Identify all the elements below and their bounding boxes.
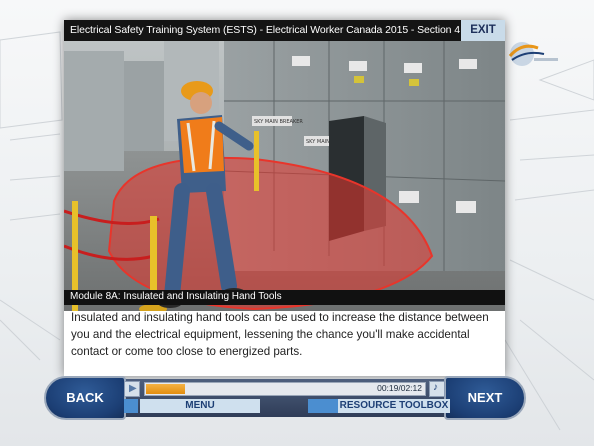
breaker-label-left: SKY MAIN BREAKER [254,119,303,125]
progress-track[interactable]: 00:19/02:12 [144,382,426,396]
exit-button[interactable]: EXIT [461,20,505,41]
volume-button[interactable]: ♪ [429,381,445,397]
globe-logo-icon [508,42,558,66]
title-bar: Electrical Safety Training System (ESTS)… [64,20,505,41]
time-readout: 00:19/02:12 [377,383,422,393]
module-label-bar: Module 8A: Insulated and Insulating Hand… [64,290,505,305]
toolbox-tab-accent [308,399,338,413]
volume-icon: ♪ [433,382,438,393]
module-title: Module 8A: Insulated and Insulating Hand… [70,291,282,302]
menu-tab-accent [124,399,138,413]
play-button[interactable]: ▶ [124,381,140,397]
player-bar: BACK NEXT ▶ 00:19/02:12 ♪ MENU RESOURCE … [44,376,526,420]
training-scene: SKY MAIN BREAKER SKY MAIN BREAKER [64,41,505,311]
play-icon: ▶ [129,383,137,394]
resource-toolbox-button[interactable]: RESOURCE TOOLBOX [338,399,450,413]
next-button[interactable]: NEXT [444,376,526,420]
narration-text: Insulated and insulating hand tools can … [71,311,489,358]
progress-fill [146,384,185,394]
back-button[interactable]: BACK [44,376,126,420]
module-window: Electrical Safety Training System (ESTS)… [64,20,505,376]
scene-illustration: SKY MAIN BREAKER SKY MAIN BREAKER [64,41,505,311]
window-title: Electrical Safety Training System (ESTS)… [70,24,460,36]
menu-button[interactable]: MENU [140,399,260,413]
